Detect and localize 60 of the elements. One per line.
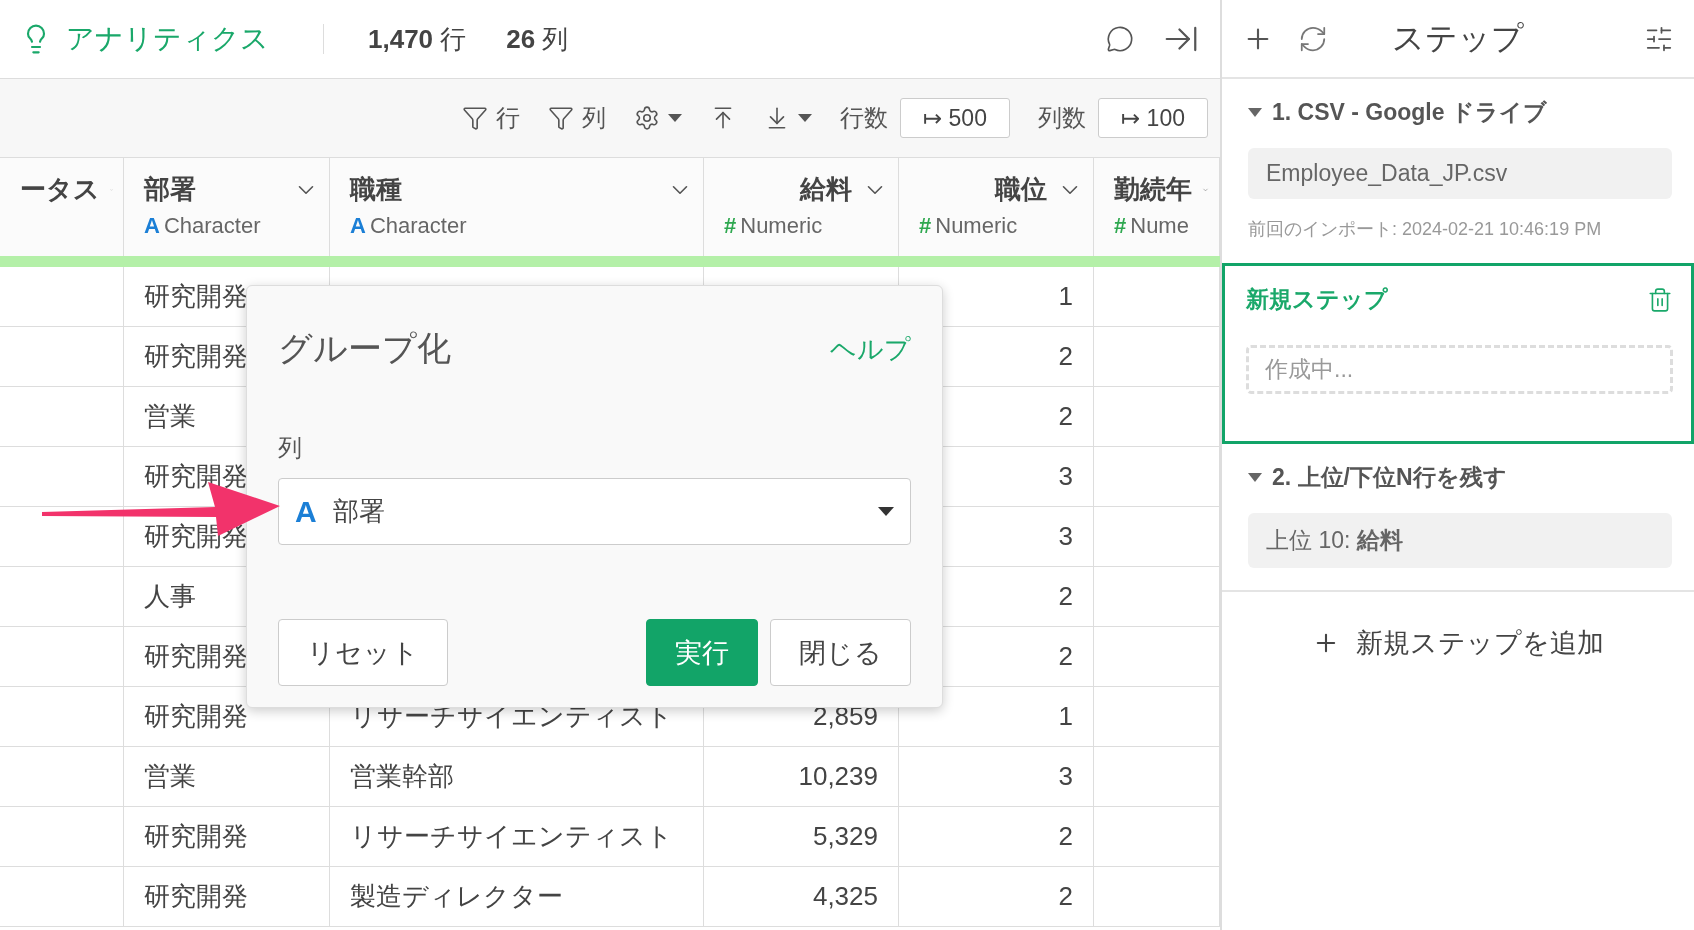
trash-icon[interactable] — [1647, 286, 1673, 313]
column-header[interactable]: 職位 # Numeric — [899, 158, 1094, 256]
filter-icon — [547, 105, 574, 131]
add-step-button[interactable]: 新規ステップを追加 — [1222, 590, 1694, 694]
column-select[interactable]: A 部署 — [278, 478, 911, 545]
table-cell: 営業 — [124, 747, 330, 807]
column-limit-button[interactable]: ↦ 100 — [1097, 98, 1208, 138]
column-type: A Character — [350, 213, 468, 239]
column-filter-button[interactable]: 列 — [547, 102, 606, 134]
column-header[interactable]: 職種 A Character — [330, 158, 704, 256]
column-header[interactable]: 部署 A Character — [124, 158, 330, 256]
dialog-button[interactable]: 閉じる — [770, 619, 911, 686]
panel-title: ステップ — [1392, 18, 1525, 58]
comment-icon[interactable] — [1106, 25, 1134, 53]
step-detail[interactable]: Employee_Data_JP.csv — [1248, 148, 1672, 199]
column-name: 給料 — [800, 173, 852, 206]
column-header[interactable]: ータス — [0, 158, 124, 256]
column-count: 26 列 — [506, 22, 569, 56]
step-header[interactable]: 1. CSV - Google ドライブ — [1248, 97, 1547, 128]
column-type: # Nume — [1114, 213, 1190, 239]
table-cell: 5,329 — [704, 807, 899, 867]
gear-icon — [633, 105, 660, 131]
caret-icon — [878, 506, 894, 517]
table-cell: 3 — [899, 747, 1094, 807]
column-header[interactable]: 給料 # Numeric — [704, 158, 899, 256]
row-limit-button[interactable]: ↦ 500 — [899, 98, 1010, 138]
column-name: ータス — [20, 173, 100, 206]
table-cell: 2 — [899, 867, 1094, 927]
table-cell: 10,239 — [704, 747, 899, 807]
step-header[interactable]: 2. 上位/下位N行を残す — [1248, 462, 1507, 493]
step-input-field[interactable]: 作成中... — [1246, 345, 1673, 394]
caret-icon — [797, 113, 812, 123]
table-cell: 製造ディレクター — [330, 867, 704, 927]
column-header[interactable]: 勤続年 # Nume — [1094, 158, 1220, 256]
settings-button[interactable] — [633, 105, 682, 131]
table-cell: 営業幹部 — [330, 747, 704, 807]
table-cell: 研究開発 — [124, 867, 330, 927]
app-title: アナリティクス — [66, 22, 269, 56]
import-note: 前回のインポート: 2024-02-21 10:46:19 PM — [1248, 218, 1603, 241]
column-type: # Numeric — [919, 213, 1019, 239]
column-type: # Numeric — [724, 213, 824, 239]
step-title: 新規ステップ — [1246, 285, 1388, 314]
column-name: 勤続年 — [1114, 173, 1192, 206]
table-cell: 研究開発 — [124, 807, 330, 867]
rows-label: 行数 — [839, 103, 888, 133]
row-count: 1,470 行 — [368, 22, 467, 56]
table-cell: 2 — [899, 807, 1094, 867]
columns-label: 列数 — [1037, 103, 1086, 133]
column-name: 職位 — [995, 173, 1047, 206]
column-name: 職種 — [350, 173, 402, 206]
table-cell: リサーチサイエンティスト — [330, 807, 704, 867]
column-name: 部署 — [144, 173, 196, 206]
step-detail[interactable]: 上位 10: 給料 — [1248, 513, 1672, 568]
table-cell: 4,325 — [704, 867, 899, 927]
column-type: A Character — [144, 213, 262, 239]
row-filter-button[interactable]: 行 — [461, 102, 520, 134]
select-value: 部署 — [332, 495, 385, 528]
dialog-button[interactable]: リセット — [278, 619, 448, 686]
caret-icon — [667, 113, 682, 123]
filter-icon — [461, 105, 488, 131]
